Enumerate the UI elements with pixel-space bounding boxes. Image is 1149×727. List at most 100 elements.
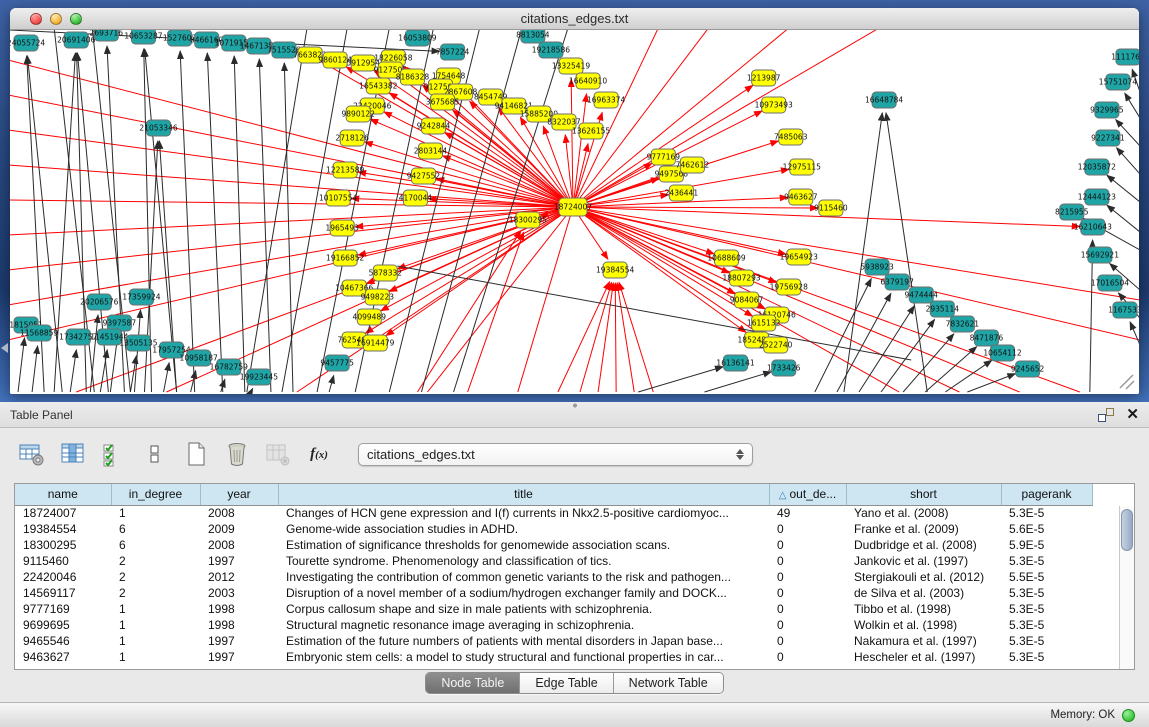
float-window-icon[interactable] — [1098, 408, 1114, 422]
graph-node[interactable]: 16963374 — [587, 92, 625, 108]
graph-node[interactable]: 9890122 — [342, 106, 376, 122]
column-header-in_degree[interactable]: in_degree — [111, 484, 200, 505]
tab-node-table[interactable]: Node Table — [426, 673, 520, 693]
graph-node[interactable]: 9245652 — [1011, 361, 1045, 377]
tab-edge-table[interactable]: Edge Table — [520, 673, 613, 693]
graph-node[interactable]: 2803144 — [414, 143, 448, 159]
graph-node[interactable]: 10653287 — [124, 30, 162, 44]
column-header-pagerank[interactable]: pagerank — [1001, 484, 1092, 505]
graph-node[interactable]: 2693716 — [90, 30, 124, 41]
graph-node[interactable]: 4170044 — [399, 190, 433, 206]
graph-node[interactable]: 2522740 — [759, 337, 793, 353]
table-row[interactable]: 969969511998Structural magnetic resonanc… — [15, 617, 1092, 633]
column-header-short[interactable]: short — [846, 484, 1001, 505]
graph-node[interactable]: 9329965 — [1090, 102, 1124, 118]
graph-node[interactable]: 3675685 — [426, 94, 460, 110]
graph-node[interactable]: 19654923 — [780, 249, 818, 265]
table-row[interactable]: 1456911722003Disruption of a novel membe… — [15, 585, 1092, 601]
splitter-handle[interactable] — [568, 403, 582, 408]
resize-grip-icon[interactable] — [1120, 375, 1134, 389]
graph-node[interactable]: 1615132 — [747, 315, 781, 331]
network-graph-canvas[interactable]: 2405572420691406269371610653287152760284… — [10, 30, 1139, 394]
graph-node[interactable]: 9474444 — [904, 287, 938, 303]
delete-column-icon[interactable] — [223, 440, 251, 468]
table-select-dropdown[interactable]: citations_edges.txt — [358, 443, 753, 466]
graph-node[interactable]: 9084067 — [730, 292, 764, 308]
table-mode-icon[interactable] — [18, 440, 46, 468]
graph-node[interactable]: 8471876 — [970, 330, 1004, 346]
panel-collapse-arrow-icon[interactable] — [1, 343, 8, 353]
graph-node[interactable]: 7857224 — [436, 44, 470, 60]
graph-node[interactable]: 17359924 — [122, 289, 160, 305]
select-columns-icon[interactable] — [100, 440, 128, 468]
graph-node[interactable]: 16648784 — [865, 92, 903, 108]
new-column-icon[interactable] — [182, 440, 210, 468]
graph-node[interactable]: 16640910 — [569, 73, 607, 89]
graph-node[interactable]: 5938923 — [860, 259, 894, 275]
graph-node[interactable]: 1213987 — [747, 70, 781, 86]
graph-node[interactable]: 1965493 — [325, 220, 359, 236]
delete-table-icon[interactable] — [264, 440, 292, 468]
table-row[interactable]: 1938455462009Genome-wide association stu… — [15, 521, 1092, 537]
graph-node[interactable]: 10688609 — [707, 250, 745, 266]
graph-node[interactable]: 15751074 — [1099, 74, 1137, 90]
graph-node[interactable]: 6379197 — [880, 274, 914, 290]
graph-node[interactable]: 7832621 — [946, 316, 980, 332]
graph-node[interactable]: 16543382 — [359, 78, 397, 94]
table-row[interactable]: 946554611997Estimation of the future num… — [15, 633, 1092, 649]
minimize-window-button[interactable] — [50, 13, 62, 25]
graph-node[interactable]: 20206576 — [80, 294, 118, 310]
tab-network-table[interactable]: Network Table — [614, 673, 723, 693]
graph-node[interactable]: 7485063 — [774, 129, 808, 145]
graph-node[interactable]: 9115460 — [814, 200, 848, 216]
graph-node[interactable]: 9457775 — [320, 355, 354, 371]
table-row[interactable]: 911546021997Tourette syndrome. Phenomeno… — [15, 553, 1092, 569]
vertical-scrollbar[interactable] — [1119, 506, 1134, 669]
column-header-year[interactable]: year — [200, 484, 278, 505]
zoom-window-button[interactable] — [70, 13, 82, 25]
column-header-title[interactable]: title — [278, 484, 769, 505]
close-panel-icon[interactable]: ✕ — [1126, 408, 1139, 422]
graph-node[interactable]: 16136141 — [716, 355, 754, 371]
graph-node[interactable]: 4099489 — [353, 309, 387, 325]
graph-node[interactable]: 9498223 — [361, 289, 395, 305]
close-window-button[interactable] — [30, 13, 42, 25]
scrollbar-thumb[interactable] — [1121, 509, 1133, 551]
table-row[interactable]: 946362711997Embryonic stem cells: a mode… — [15, 649, 1092, 665]
graph-node[interactable]: 12975115 — [783, 159, 821, 175]
graph-node[interactable]: 8813054 — [516, 30, 550, 43]
graph-node[interactable]: 9427552 — [407, 168, 441, 184]
graph-node[interactable]: 1167533 — [1108, 302, 1139, 318]
graph-node[interactable]: 10973493 — [755, 97, 793, 113]
table-row[interactable]: 977716911998Corpus callosum shape and si… — [15, 601, 1092, 617]
graph-node[interactable]: 9242844 — [417, 118, 451, 134]
graph-node[interactable]: 1111763 — [1111, 49, 1139, 65]
graph-node[interactable]: 8215955 — [1055, 204, 1089, 220]
memory-ok-icon[interactable] — [1122, 709, 1135, 722]
graph-node[interactable]: 2935114 — [926, 301, 960, 317]
graph-node[interactable]: 2718126 — [335, 130, 369, 146]
graph-node[interactable]: 16053809 — [398, 30, 436, 46]
graph-node[interactable]: 7462612 — [676, 157, 710, 173]
graph-node[interactable]: 19218586 — [532, 42, 570, 58]
graph-node[interactable]: 12035872 — [1078, 159, 1116, 175]
graph-node[interactable]: 17016504 — [1091, 275, 1129, 291]
graph-node[interactable]: 9463627 — [784, 189, 818, 205]
table-row[interactable]: 1830029562008Estimation of significance … — [15, 537, 1092, 553]
table-row[interactable]: 2242004622012Investigating the contribut… — [15, 569, 1092, 585]
graph-node[interactable]: 18724007 — [554, 198, 592, 216]
graph-node[interactable]: 9227341 — [1091, 130, 1125, 146]
graph-node[interactable]: 5878332 — [369, 265, 403, 281]
column-header-name[interactable]: name — [15, 484, 111, 505]
show-columns-icon[interactable] — [59, 440, 87, 468]
network-window-titlebar[interactable]: citations_edges.txt — [10, 8, 1139, 30]
graph-node[interactable]: 15692921 — [1081, 247, 1119, 263]
graph-node[interactable]: 16210643 — [1074, 219, 1112, 235]
graph-node[interactable]: 2436441 — [665, 185, 699, 201]
graph-node[interactable]: 12444123 — [1078, 189, 1116, 205]
graph-node[interactable]: 19384554 — [596, 262, 634, 278]
function-builder-icon[interactable]: f(x) — [305, 440, 333, 468]
table-row[interactable]: 1872400712008Changes of HCN gene express… — [15, 505, 1092, 521]
row-height-icon[interactable] — [141, 440, 169, 468]
graph-node[interactable]: 1733426 — [767, 360, 801, 376]
